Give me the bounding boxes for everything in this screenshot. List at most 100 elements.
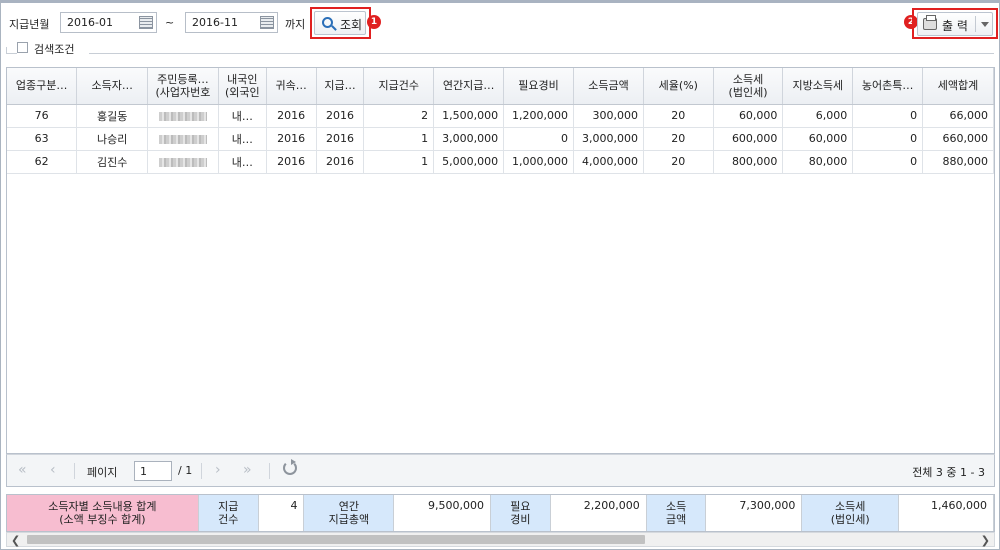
table-cell: 2016 <box>316 127 365 151</box>
table-row[interactable]: 63 나승리 내… 2016 2016 1 3,000,000 0 3,000,000 20 600… <box>7 127 994 151</box>
table-cell: 76 <box>7 104 78 128</box>
page-number-value: 1 <box>140 465 147 478</box>
column-header[interactable]: 필요경비 <box>503 68 575 105</box>
search-button[interactable]: 조회 <box>314 11 366 35</box>
table-cell: 660,000 <box>922 127 994 151</box>
column-header[interactable]: 지급… <box>316 68 365 105</box>
data-grid[interactable]: 업종구분… 소득자… 주민등록… (사업자번호 내국인 (외국인 귀속… 지급… 지급건수 연… <box>6 67 995 454</box>
refresh-icon[interactable] <box>283 459 297 475</box>
main-window: 지급년월 2016-01 ~ 2016-11 까지 조회 1 2 출 력 검색조… <box>0 0 1000 550</box>
table-cell: 20 <box>643 127 714 151</box>
column-header[interactable]: 지방소득세 <box>782 68 854 105</box>
summary-income-label: 소득 금액 <box>646 495 707 531</box>
table-cell: 20 <box>643 104 714 128</box>
table-cell: 880,000 <box>922 150 994 174</box>
masked-id-cell <box>147 127 219 151</box>
printer-icon <box>923 15 937 30</box>
table-cell: 0 <box>852 150 924 174</box>
column-header[interactable]: 지급건수 <box>363 68 435 105</box>
horizontal-scrollbar[interactable]: ❮ ❯ <box>6 532 995 547</box>
column-header[interactable]: 세액합계 <box>922 68 994 105</box>
table-cell: 0 <box>852 127 924 151</box>
column-header[interactable]: 소득세 (법인세) <box>713 68 784 105</box>
search-button-label: 조회 <box>340 18 363 32</box>
table-cell: 2016 <box>316 104 365 128</box>
until-label: 까지 <box>285 18 306 31</box>
magnifier-icon <box>322 17 333 28</box>
first-page-button[interactable]: « <box>18 462 27 478</box>
table-cell: 3,000,000 <box>573 127 644 151</box>
search-conditions-toggle[interactable]: 검색조건 <box>17 41 89 56</box>
column-header[interactable]: 주민등록… (사업자번호 <box>147 68 219 105</box>
column-header[interactable]: 업종구분… <box>7 68 78 105</box>
table-cell: 1,000,000 <box>503 150 575 174</box>
summary-count-value: 4 <box>258 495 305 531</box>
table-row[interactable]: 76 홍길동 내… 2016 2016 2 1,500,000 1,200,000 300,00… <box>7 104 994 128</box>
table-cell: 3,000,000 <box>433 127 505 151</box>
table-cell: 2016 <box>316 150 365 174</box>
print-button[interactable]: 출 력 <box>917 12 993 36</box>
record-count-info: 전체 3 중 1 - 3 <box>912 466 985 479</box>
summary-expense-value: 2,200,000 <box>550 495 647 531</box>
start-date-field[interactable]: 2016-01 <box>60 12 157 33</box>
column-header[interactable]: 내국인 (외국인 <box>218 68 267 105</box>
end-date-field[interactable]: 2016-11 <box>185 12 278 33</box>
start-date-value: 2016-01 <box>67 16 113 29</box>
scroll-right-arrow-icon[interactable]: ❯ <box>981 534 990 547</box>
column-header[interactable]: 소득금액 <box>573 68 644 105</box>
table-cell: 나승리 <box>76 127 148 151</box>
table-cell: 내… <box>218 104 267 128</box>
masked-value <box>158 134 207 144</box>
page-number-input[interactable]: 1 <box>134 461 172 481</box>
table-cell: 2016 <box>266 150 317 174</box>
table-cell: 6,000 <box>782 104 854 128</box>
column-header[interactable]: 소득자… <box>76 68 148 105</box>
pager-bar: « ‹ 페이지 1 / 1 › » 전체 3 중 1 - 3 <box>6 454 995 487</box>
table-cell: 80,000 <box>782 150 854 174</box>
table-row[interactable]: 62 김진수 내… 2016 2016 1 5,000,000 1,000,000 4,000,… <box>7 150 994 174</box>
print-button-label: 출 력 <box>942 19 968 33</box>
summary-expense-label: 필요 경비 <box>490 495 551 531</box>
scrollbar-thumb[interactable] <box>27 535 645 544</box>
callout-badge-1: 1 <box>367 15 381 29</box>
table-cell: 김진수 <box>76 150 148 174</box>
total-pages: / 1 <box>178 464 193 477</box>
conditions-checkbox[interactable] <box>17 42 28 53</box>
conditions-divider <box>6 53 994 54</box>
table-cell: 2016 <box>266 104 317 128</box>
table-cell: 2 <box>363 104 435 128</box>
prev-page-button[interactable]: ‹ <box>50 462 56 478</box>
table-cell: 0 <box>852 104 924 128</box>
table-cell: 60,000 <box>713 104 784 128</box>
column-header[interactable]: 귀속… <box>266 68 317 105</box>
table-cell: 1 <box>363 127 435 151</box>
table-cell: 60,000 <box>782 127 854 151</box>
chevron-down-icon[interactable] <box>981 22 989 27</box>
summary-table: 소득자별 소득내용 합계 (소액 부징수 합계) 지급 건수 4 연간 지급총액… <box>7 495 994 531</box>
next-page-button[interactable]: › <box>215 462 221 478</box>
column-header[interactable]: 세율(%) <box>643 68 714 105</box>
last-page-button[interactable]: » <box>243 462 252 478</box>
calendar-icon[interactable] <box>139 16 153 29</box>
summary-income-value: 7,300,000 <box>705 495 803 531</box>
table-cell: 800,000 <box>713 150 784 174</box>
grid-body: 76 홍길동 내… 2016 2016 2 1,500,000 1,200,000 300,00… <box>7 104 994 174</box>
summary-tax-value: 1,460,000 <box>898 495 994 531</box>
scroll-left-arrow-icon[interactable]: ❮ <box>11 534 20 547</box>
table-cell: 1,200,000 <box>503 104 575 128</box>
conditions-label: 검색조건 <box>34 43 75 56</box>
summary-annual-label: 연간 지급총액 <box>303 495 395 531</box>
pay-month-label: 지급년월 <box>9 18 50 31</box>
calendar-icon[interactable] <box>260 16 274 29</box>
summary-tax-label: 소득세 (법인세) <box>801 495 900 531</box>
masked-value <box>158 157 207 167</box>
table-cell: 1,500,000 <box>433 104 505 128</box>
column-header[interactable]: 농어촌특… <box>852 68 924 105</box>
table-cell: 내… <box>218 127 267 151</box>
column-header[interactable]: 연간지급… <box>433 68 505 105</box>
table-cell: 1 <box>363 150 435 174</box>
page-label: 페이지 <box>87 466 118 479</box>
summary-title: 소득자별 소득내용 합계 (소액 부징수 합계) <box>7 495 199 531</box>
print-dropdown-divider <box>975 16 976 32</box>
table-cell: 0 <box>503 127 575 151</box>
